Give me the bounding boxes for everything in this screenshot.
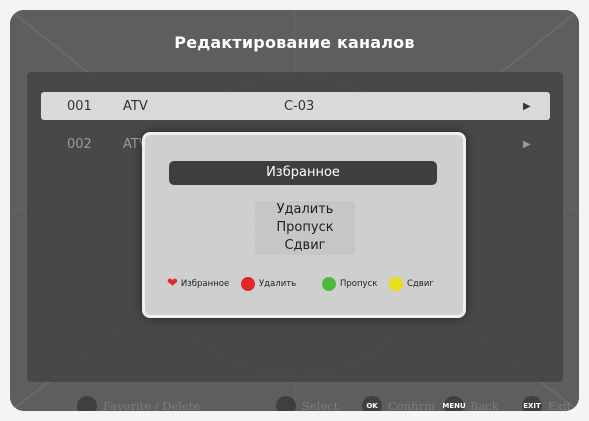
ok-button-icon: OK	[362, 396, 382, 411]
option-move[interactable]: Сдвиг	[255, 237, 355, 255]
arrow-right-icon: ▶	[523, 101, 531, 112]
hint-label: Exit	[548, 399, 572, 411]
legend-move: Сдвиг	[389, 276, 434, 292]
menu-button-icon: MENU	[442, 396, 466, 411]
channel-row[interactable]: 001 ATV C-03 ▶	[41, 92, 550, 120]
legend-delete: Удалить	[241, 276, 296, 292]
legend-label: Избранное	[180, 279, 230, 289]
channel-number: 001	[67, 99, 92, 114]
arrow-right-icon: ▶	[523, 139, 531, 150]
dpad-icon	[276, 396, 296, 411]
hint-label: Back	[470, 399, 499, 411]
legend-skip: Пропуск	[322, 276, 377, 292]
option-favorite[interactable]: Избранное	[169, 161, 437, 185]
tv-screen: Редактирование каналов 001 ATV C-03 ▶ 00…	[10, 10, 579, 411]
exit-button-icon: EXIT	[522, 396, 542, 411]
green-dot-icon	[322, 277, 336, 291]
yellow-dot-icon	[389, 277, 403, 291]
legend-label: Сдвиг	[407, 279, 434, 289]
hint-label: Select	[302, 399, 339, 411]
channel-name: C-03	[284, 99, 315, 114]
channel-type: ATV	[123, 99, 148, 114]
hint-exit: EXIT Exit	[522, 395, 571, 411]
color-button-icon	[77, 396, 97, 411]
hint-favorite-delete: Favorite / Delete	[77, 395, 200, 411]
option-delete[interactable]: Удалить	[255, 201, 355, 219]
hint-select: Select	[276, 395, 338, 411]
color-key-legend: ❤ Избранное Удалить Пропуск Сдвиг	[167, 273, 457, 293]
hint-confirm: OK Confirm	[362, 395, 435, 411]
hint-label: Favorite / Delete	[103, 399, 201, 411]
legend-label: Пропуск	[340, 279, 378, 289]
hint-back: MENU Back	[442, 395, 499, 411]
footer-hints: Favorite / Delete Select OK Confirm MENU…	[10, 395, 579, 411]
page-title: Редактирование каналов	[174, 33, 415, 52]
option-skip[interactable]: Пропуск	[255, 219, 355, 237]
channel-number: 002	[67, 137, 92, 152]
channel-edit-dialog: Избранное Удалить Пропуск Сдвиг ❤ Избран…	[142, 132, 466, 318]
hint-label: Confirm	[388, 399, 436, 411]
legend-favorite: ❤ Избранное	[167, 276, 229, 292]
red-dot-icon	[241, 277, 255, 291]
heart-icon: ❤	[167, 276, 178, 291]
legend-label: Удалить	[259, 279, 297, 289]
